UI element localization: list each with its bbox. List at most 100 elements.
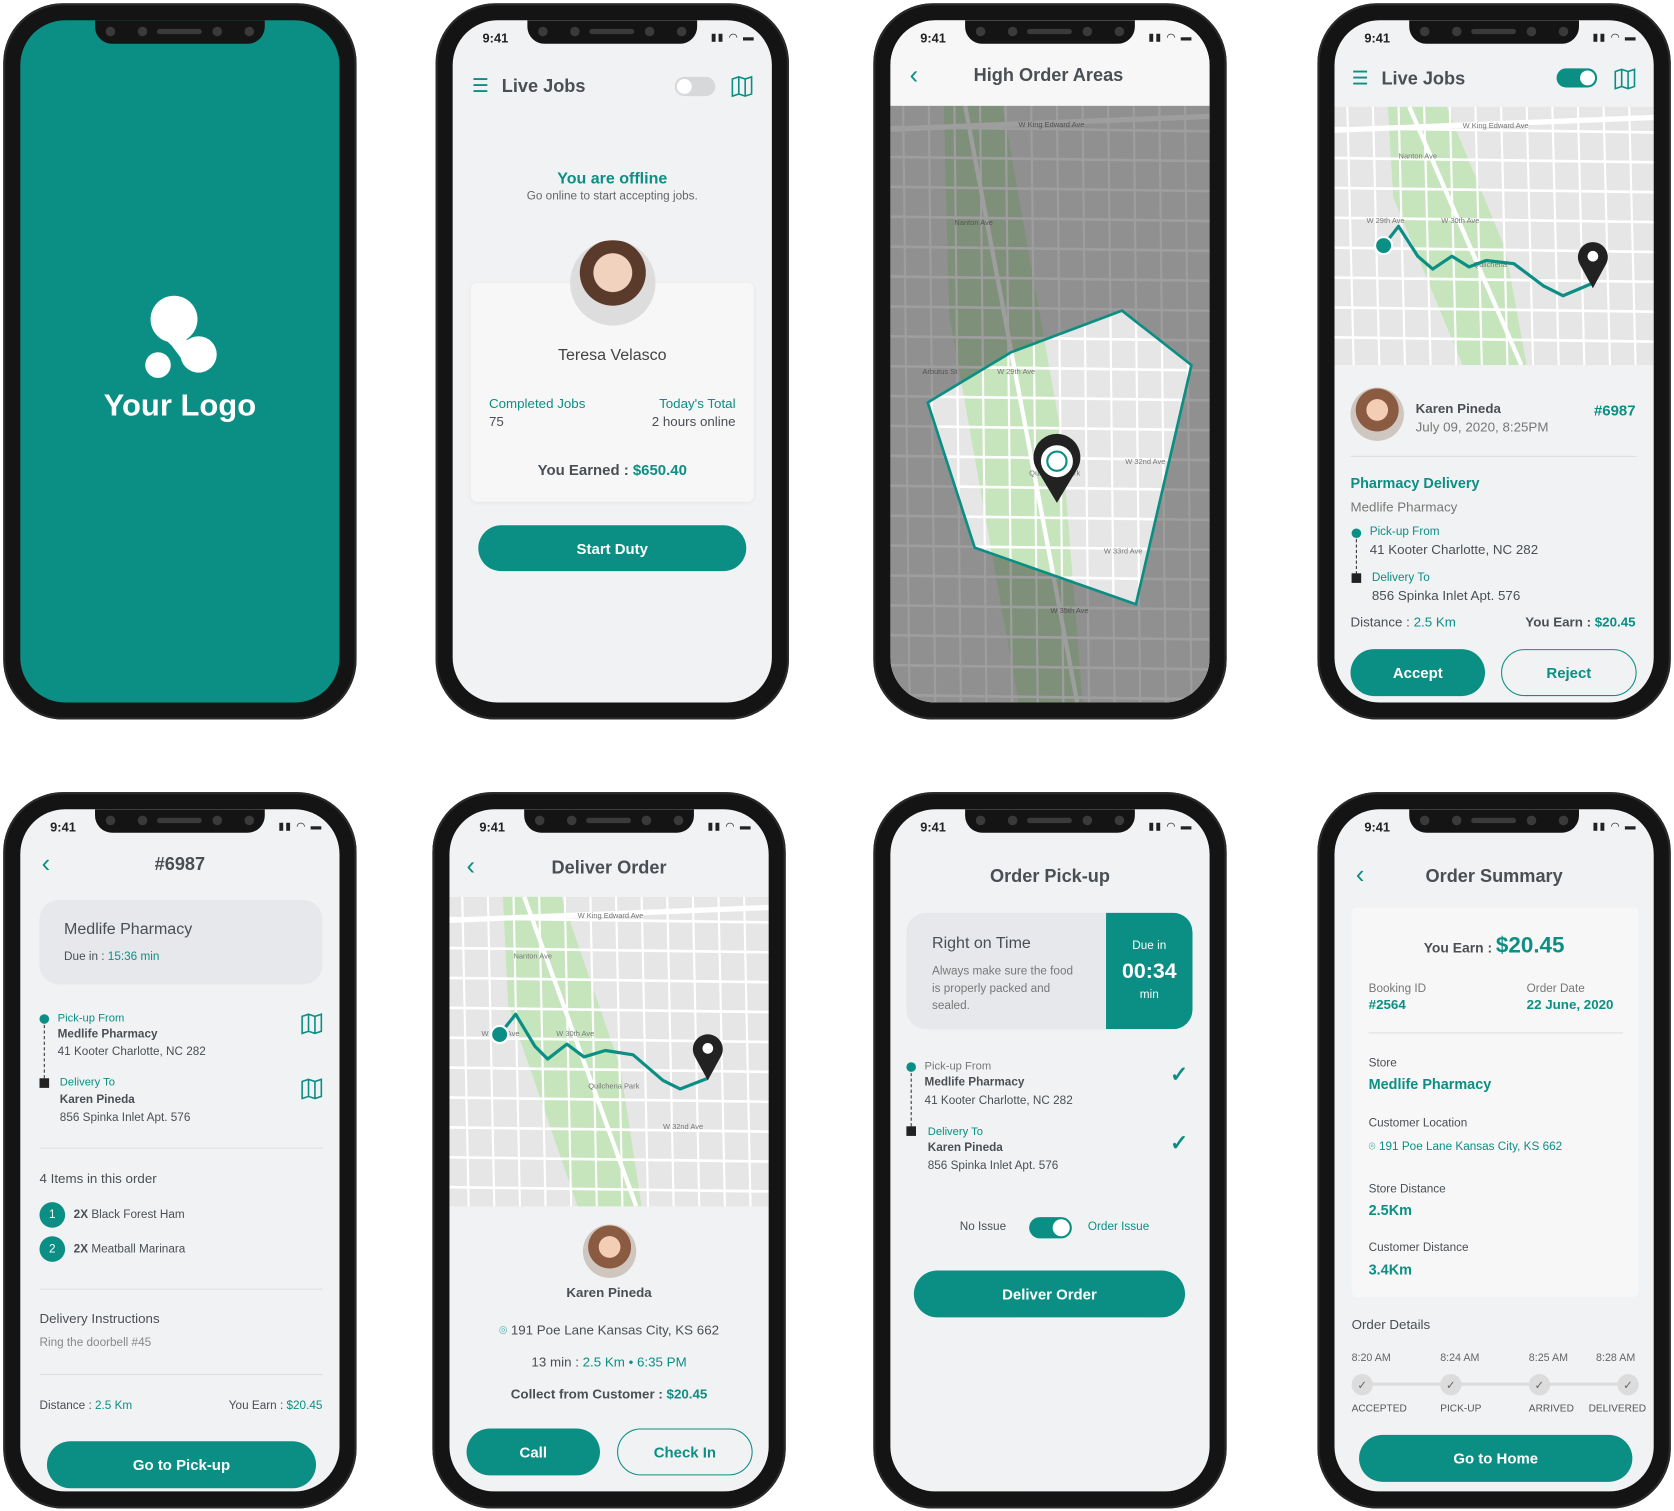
- map-street-label: W 29th Ave: [1367, 216, 1405, 225]
- driver-avatar: [570, 240, 656, 326]
- card-title: Right on Time: [932, 934, 1031, 953]
- earn-row: You Earn : $20.45: [229, 1400, 323, 1413]
- back-chevron-icon[interactable]: ‹: [910, 61, 919, 91]
- offline-title: You are offline: [557, 169, 668, 188]
- start-duty-button[interactable]: Start Duty: [478, 525, 747, 572]
- go-to-home-button[interactable]: Go to Home: [1359, 1434, 1633, 1482]
- area-map[interactable]: W King Edward AveNanton AveArbutus StW 2…: [890, 105, 1210, 703]
- summary-card: [1351, 907, 1639, 1298]
- distance-label: Distance :: [39, 1399, 95, 1413]
- delivery-map-icon[interactable]: [300, 1076, 323, 1100]
- collect-label: Collect from Customer :: [510, 1386, 667, 1402]
- item-name: Meatball Marinara: [91, 1242, 186, 1256]
- step-check-icon: ✓: [1617, 1374, 1639, 1396]
- order-detail-screen: 9:41 ▮▮ ◠ ▬ ‹ #6987 Medlife Pharmacy Due…: [20, 809, 340, 1492]
- instructions-text: Ring the doorbell #45: [39, 1336, 152, 1350]
- due-label: Due in :: [64, 950, 108, 963]
- call-button[interactable]: Call: [466, 1428, 600, 1476]
- pickup-map-icon[interactable]: [300, 1011, 323, 1035]
- route-map[interactable]: W King Edward AveNanton AveW 29th AveW 3…: [449, 896, 769, 1207]
- item-number-badge: 1: [39, 1202, 66, 1228]
- map-street-label: W 30th Ave: [1441, 216, 1479, 225]
- notch: [527, 20, 698, 44]
- status-icons: ▮▮ ◠ ▬: [1148, 820, 1193, 833]
- collect-row: Collect from Customer : $20.45: [449, 1387, 768, 1402]
- notch: [95, 20, 265, 44]
- order-issue-toggle[interactable]: [1029, 1217, 1072, 1239]
- live-job-screen: 9:41 ▮▮ ◠ ▬ ☰ Live Jobs W King Edward Av…: [1334, 20, 1654, 703]
- pickup-dot-icon: [39, 1014, 50, 1024]
- online-toggle[interactable]: [1556, 68, 1598, 88]
- menu-icon[interactable]: ☰: [1352, 68, 1369, 87]
- eta-time: 6:35 PM: [636, 1354, 687, 1370]
- map-icon[interactable]: [1613, 66, 1636, 90]
- route-dashed-line: [910, 1072, 912, 1127]
- step-label: DELIVERED: [1588, 1402, 1647, 1415]
- header-title: Order Summary: [1425, 865, 1563, 887]
- step-label: ACCEPTED: [1351, 1402, 1407, 1415]
- header-title: High Order Areas: [973, 65, 1124, 86]
- desc-line: sealed.: [932, 999, 970, 1013]
- delivery-name: Karen Pineda: [927, 1141, 1003, 1155]
- route-map[interactable]: W King Edward AveNanton AveW 29th AveW 3…: [1334, 106, 1654, 366]
- step-time: 8:24 AM: [1440, 1352, 1480, 1365]
- map-street-label: Nanton Ave: [514, 952, 552, 961]
- map-street-label: W 32nd Ave: [663, 1122, 703, 1131]
- map-street-label: W 29th Ave: [997, 367, 1035, 376]
- instructions-title: Delivery Instructions: [39, 1311, 160, 1326]
- check-in-button[interactable]: Check In: [617, 1428, 753, 1476]
- item-number-badge: 2: [39, 1236, 66, 1262]
- customer-name: Karen Pineda: [1415, 401, 1501, 417]
- distance-row: Distance : 2.5 Km: [1351, 615, 1456, 630]
- online-toggle[interactable]: [674, 76, 716, 97]
- pickup-name: Medlife Pharmacy: [924, 1076, 1025, 1089]
- step-time: 8:28 AM: [1596, 1352, 1636, 1365]
- due-value: 00:34: [1121, 959, 1177, 984]
- step-label: ARRIVED: [1528, 1402, 1574, 1415]
- card-description: Always make sure the food is properly pa…: [932, 963, 1103, 1014]
- splash-screen: Your Logo: [20, 20, 340, 703]
- store-distance-value: 2.5Km: [1368, 1202, 1412, 1219]
- due-row: Due in : 15:36 min: [64, 950, 159, 963]
- earn-row: You Earn : $20.45: [1335, 933, 1654, 959]
- map-street-label: W 32nd Ave: [1125, 457, 1165, 466]
- pickup-name: Medlife Pharmacy: [57, 1028, 158, 1041]
- status-time: 9:41: [482, 30, 509, 46]
- status-time: 9:41: [1364, 30, 1391, 46]
- deliver-order-button[interactable]: Deliver Order: [913, 1270, 1186, 1318]
- courier-scooter-icon: [1040, 445, 1073, 478]
- divider: [1368, 1032, 1623, 1034]
- store-label: Store: [1368, 1056, 1397, 1070]
- earn-row: You Earn : $20.45: [1525, 615, 1635, 630]
- job-type: Pharmacy Delivery: [1350, 475, 1480, 492]
- phone-offline: 9:41 ▮▮ ◠ ▬ ☰ Live Jobs You are offline …: [435, 3, 789, 720]
- store-name: Medlife Pharmacy: [64, 920, 193, 939]
- accept-button[interactable]: Accept: [1350, 649, 1486, 697]
- delivery-square-icon: [39, 1078, 50, 1088]
- pin-hole: [702, 1043, 714, 1054]
- item-qty: 2X: [73, 1242, 89, 1256]
- go-to-pickup-button[interactable]: Go to Pick-up: [46, 1441, 317, 1489]
- pickup-screen: 9:41 ▮▮ ◠ ▬ Order Pick-up Right on Time …: [890, 809, 1210, 1492]
- location-pin-icon: ⌾: [1368, 1140, 1379, 1154]
- collect-value: $20.45: [666, 1386, 708, 1402]
- store-card: [39, 899, 323, 985]
- address-row: ⌾ 191 Poe Lane Kansas City, KS 662: [449, 1323, 768, 1339]
- step-time: 8:20 AM: [1351, 1352, 1391, 1365]
- step-check-icon: ✓: [1351, 1374, 1373, 1396]
- divider: [39, 1288, 323, 1290]
- eta-row: 13 min : 2.5 Km • 6:35 PM: [531, 1354, 687, 1370]
- reject-button[interactable]: Reject: [1501, 649, 1637, 697]
- notch: [95, 809, 265, 833]
- route-dashed-line: [1355, 539, 1357, 575]
- todays-total-label: Today's Total: [659, 396, 736, 412]
- menu-icon[interactable]: ☰: [472, 76, 489, 95]
- map-street-label: W King Edward Ave: [1463, 121, 1529, 130]
- divider: [39, 1374, 323, 1376]
- list-item: 2X Meatball Marinara: [74, 1243, 186, 1256]
- map-icon[interactable]: [730, 74, 753, 98]
- status-icons: ▮▮ ◠ ▬: [278, 820, 323, 833]
- items-title: 4 Items in this order: [39, 1171, 157, 1187]
- delivery-label: Delivery To: [59, 1076, 116, 1089]
- phone-order-detail: 9:41 ▮▮ ◠ ▬ ‹ #6987 Medlife Pharmacy Due…: [3, 792, 357, 1509]
